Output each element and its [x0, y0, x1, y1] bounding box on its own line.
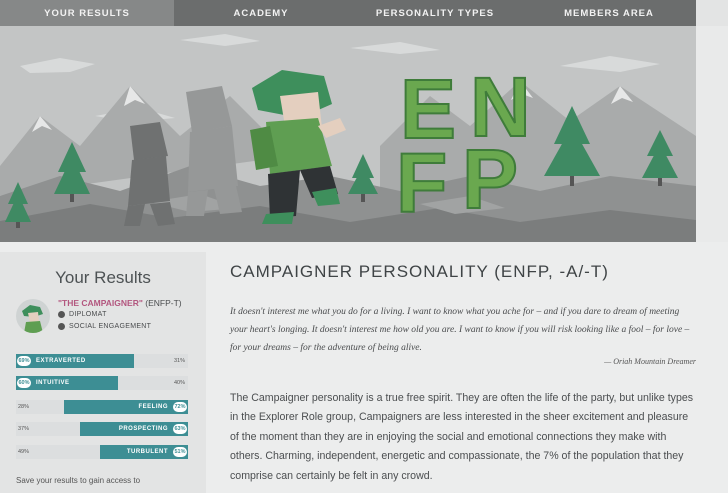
trait-fill [64, 400, 188, 414]
trait-pct-badge: 69% [17, 356, 31, 366]
nav-members-area[interactable]: MEMBERS AREA [522, 0, 696, 26]
trait-opposite-pct: 49% [18, 449, 30, 455]
strategy-label: SOCIAL ENGAGEMENT [69, 323, 152, 330]
quote-author: — Oriah Mountain Dreamer [604, 357, 696, 366]
nav-filler [696, 0, 728, 26]
campaigner-avatar-icon [22, 305, 43, 333]
strategy-line: SOCIAL ENGAGEMENT [58, 323, 151, 330]
trait-label: TURBULENT [126, 449, 168, 455]
type-code: (ENFP-T) [145, 298, 182, 308]
trait-bar-feeling: 28% FEELING 72% [16, 400, 188, 414]
enfp-letter-p: P [462, 132, 518, 226]
type-name: "THE CAMPAIGNER" [58, 298, 143, 308]
trait-pct-badge: 72% [173, 402, 187, 412]
trait-label: INTUITIVE [36, 380, 70, 386]
trait-pct-badge: 63% [173, 424, 187, 434]
trait-label: FEELING [138, 404, 168, 410]
sidebar-title: Your Results [55, 268, 151, 287]
role-icon [58, 311, 65, 318]
enfp-letter-f: F [396, 136, 447, 230]
trait-bar-turbulent: 49% TURBULENT 51% [16, 445, 188, 459]
trait-bar-extraverted: 69% EXTRAVERTED 31% [16, 354, 188, 368]
hero-banner: E N F P [0, 26, 696, 242]
save-results-text: Save your results to gain access to [16, 476, 141, 485]
trait-opposite-pct: 40% [174, 380, 186, 386]
nav-your-results[interactable]: YOUR RESULTS [0, 0, 174, 26]
intro-paragraph: The Campaigner personality is a true fre… [230, 392, 694, 482]
hero-illustration: E N F P [0, 26, 696, 242]
page-title: CAMPAIGNER PERSONALITY (ENFP, -A/-T) [230, 262, 609, 281]
trait-bar-intuitive: 60% INTUITIVE 40% [16, 376, 188, 390]
trait-pct-badge: 60% [17, 378, 31, 388]
trait-label: EXTRAVERTED [36, 358, 86, 364]
top-nav: YOUR RESULTS ACADEMY PERSONALITY TYPES M… [0, 0, 696, 26]
strategy-icon [58, 323, 65, 330]
nav-personality-types[interactable]: PERSONALITY TYPES [348, 0, 522, 26]
trait-pct-badge: 51% [173, 447, 187, 457]
nav-academy[interactable]: ACADEMY [174, 0, 348, 26]
trait-bar-prospecting: 37% PROSPECTING 63% [16, 422, 188, 436]
trait-opposite-pct: 31% [174, 358, 186, 364]
hero-filler [696, 26, 728, 242]
trait-opposite-pct: 37% [18, 426, 30, 432]
trait-label: PROSPECTING [118, 426, 168, 432]
role-label: DIPLOMAT [69, 311, 107, 318]
trait-opposite-pct: 28% [18, 404, 30, 410]
type-line: "THE CAMPAIGNER" (ENFP-T) [58, 298, 182, 308]
avatar [16, 299, 50, 333]
role-line: DIPLOMAT [58, 311, 107, 318]
intro-quote: It doesn't interest me what you do for a… [230, 307, 690, 353]
